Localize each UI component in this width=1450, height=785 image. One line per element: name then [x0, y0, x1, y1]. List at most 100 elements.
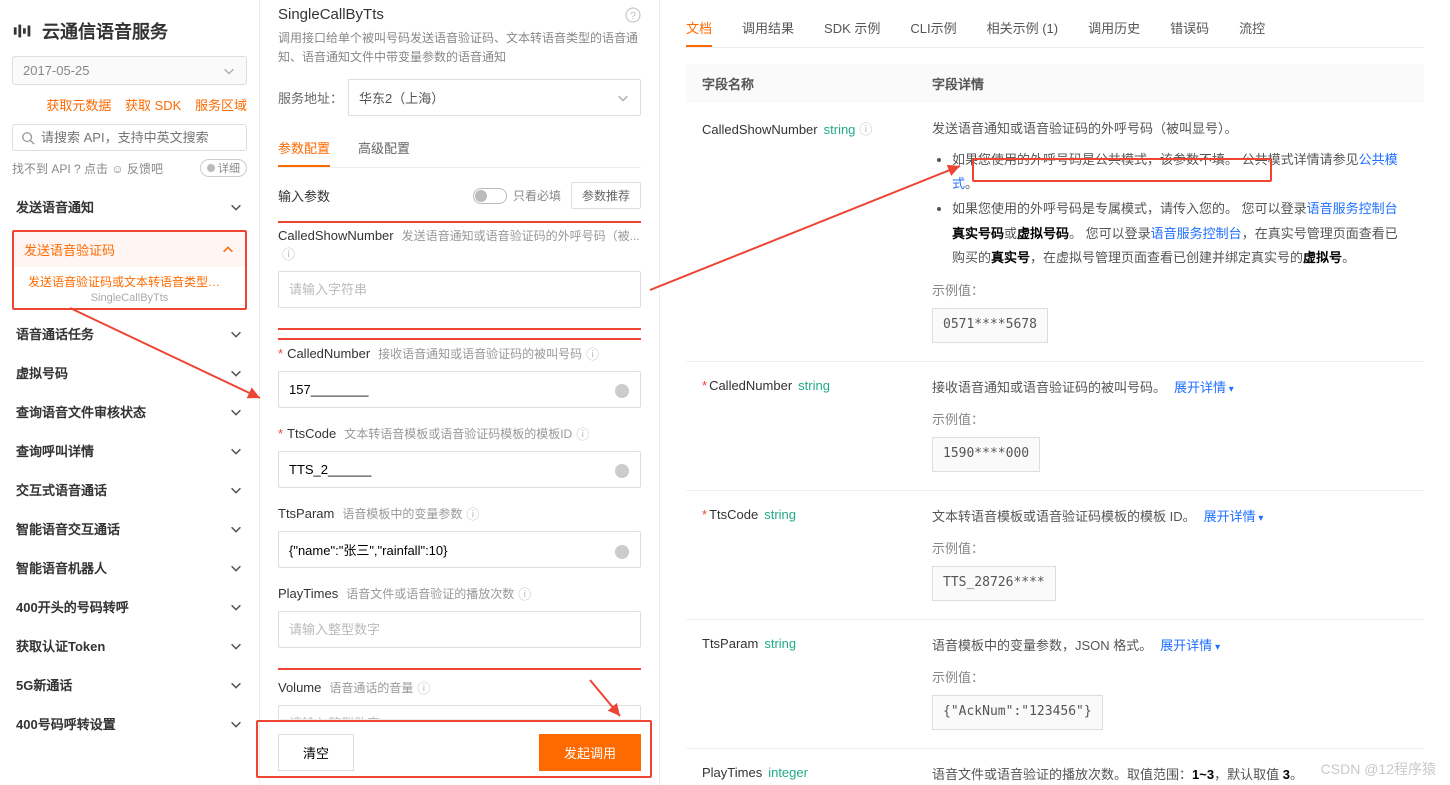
param-hint: 语音模板中的变量参数 — [342, 505, 462, 522]
question-icon[interactable]: ⓘ — [282, 244, 295, 263]
chevron-down-icon — [616, 91, 630, 105]
param-input-callednumber[interactable] — [278, 371, 641, 408]
doc-field-row: CalledShowNumberstringⓘ发送语音通知或语音验证码的外呼号码… — [686, 103, 1424, 362]
chevron-down-icon — [229, 717, 243, 731]
param-name: PlayTimes — [278, 586, 338, 601]
api-search-input[interactable] — [12, 124, 247, 151]
doc-field-row: TtsParamstring语音模板中的变量参数，JSON 格式。展开详情示例值… — [686, 620, 1424, 749]
question-icon[interactable]: ⓘ — [518, 584, 531, 603]
nav-item[interactable]: 获取认证Token — [12, 626, 247, 665]
nav-sub-api: SingleCallByTts — [14, 292, 245, 308]
nav-item[interactable]: 虚拟号码 — [12, 353, 247, 392]
doc-link[interactable]: 语音服务控制台 — [1151, 226, 1242, 241]
param-name: TtsParam — [278, 506, 334, 521]
doc-header: 字段名称 字段详情 — [686, 64, 1424, 103]
chevron-down-icon — [229, 561, 243, 575]
param-name: Volume — [278, 680, 321, 695]
example-value: 0571****5678 — [932, 308, 1048, 343]
param-name: CalledShowNumber — [278, 228, 394, 243]
submit-button[interactable]: 发起调用 — [539, 734, 641, 771]
nav-item[interactable]: 400开头的号码转呼 — [12, 587, 247, 626]
doc-tab[interactable]: 调用历史 — [1088, 10, 1140, 47]
chevron-down-icon — [229, 600, 243, 614]
toggle-label: 只看必填 — [513, 187, 561, 204]
param-name: TtsCode — [287, 426, 336, 441]
nav-item[interactable]: 查询呼叫详情 — [12, 431, 247, 470]
expand-link[interactable]: 展开详情 — [1174, 380, 1234, 395]
chevron-up-icon — [221, 243, 235, 257]
clear-icon[interactable] — [615, 464, 629, 478]
search-icon — [21, 131, 35, 145]
meta-links: 获取元数据 获取 SDK 服务区域 — [12, 95, 247, 114]
watermark: CSDN @12程序猿 — [1321, 759, 1436, 779]
question-icon[interactable]: ⓘ — [576, 424, 589, 443]
nav-item[interactable]: 语音通话任务 — [12, 314, 247, 353]
api-desc: 调用接口给单个被叫号码发送语音验证码、文本转语音类型的语音通知、语音通知文件中带… — [278, 29, 641, 67]
example-value: TTS_28726**** — [932, 566, 1056, 601]
param-input-volume[interactable] — [278, 705, 641, 719]
doc-tab[interactable]: 文档 — [686, 10, 712, 47]
doc-tab[interactable]: 错误码 — [1170, 10, 1209, 47]
svg-text:?: ? — [630, 11, 636, 22]
clear-icon[interactable] — [615, 384, 629, 398]
logo-icon — [12, 20, 34, 42]
doc-tab[interactable]: 调用结果 — [742, 10, 794, 47]
nav-sub-singlecall[interactable]: 发送语音验证码或文本转语音类型的语... — [14, 267, 245, 292]
recommend-button[interactable]: 参数推荐 — [571, 182, 641, 209]
app-title: 云通信语音服务 — [12, 18, 247, 44]
doc-link[interactable]: 公共模式 — [952, 152, 1398, 192]
param-input-ttscode[interactable] — [278, 451, 641, 488]
chevron-down-icon — [229, 366, 243, 380]
chevron-down-icon — [229, 639, 243, 653]
version-select[interactable]: 2017-05-25 — [12, 56, 247, 85]
nav-item[interactable]: 交互式语音通话 — [12, 470, 247, 509]
link-sdk[interactable]: 获取 SDK — [125, 98, 181, 113]
question-icon[interactable]: ⓘ — [586, 344, 599, 363]
help-icon[interactable]: ? — [625, 7, 641, 23]
api-title: SingleCallByTts — [278, 6, 384, 23]
doc-tab[interactable]: 相关示例 (1) — [987, 10, 1059, 47]
chevron-down-icon — [229, 200, 243, 214]
tab-param-config[interactable]: 参数配置 — [278, 130, 330, 167]
param-hint: 语音文件或语音验证的播放次数 — [346, 585, 514, 602]
question-icon[interactable]: ⓘ — [466, 504, 479, 523]
doc-field-row: PlayTimesinteger语音文件或语音验证的播放次数。取值范围：1~3，… — [686, 749, 1424, 785]
param-hint: 语音通话的音量 — [329, 679, 413, 696]
link-region[interactable]: 服务区域 — [195, 98, 247, 113]
service-region-select[interactable]: 华东2（上海） — [348, 79, 641, 116]
nav-item[interactable]: 400号码呼转设置 — [12, 704, 247, 743]
doc-link[interactable]: 语音服务控制台 — [1307, 201, 1398, 216]
example-value: {"AckNum":"123456"} — [932, 695, 1103, 730]
doc-field-row: *CalledNumberstring接收语音通知或语音验证码的被叫号码。展开详… — [686, 362, 1424, 491]
param-name: CalledNumber — [287, 346, 370, 361]
toggle-only-required[interactable] — [473, 188, 507, 204]
chevron-down-icon — [229, 522, 243, 536]
nav-voice-captcha[interactable]: 发送语音验证码 — [14, 232, 245, 267]
param-input-calledshownumber[interactable] — [278, 271, 641, 308]
param-input-ttsparam[interactable] — [278, 531, 641, 568]
doc-tab[interactable]: CLI示例 — [910, 10, 956, 47]
nav-item[interactable]: 智能语音机器人 — [12, 548, 247, 587]
doc-tab[interactable]: SDK 示例 — [824, 10, 880, 47]
clear-icon[interactable] — [615, 545, 629, 559]
nav-item[interactable]: 查询语音文件审核状态 — [12, 392, 247, 431]
chevron-down-icon — [229, 444, 243, 458]
detail-toggle[interactable]: 详细 — [200, 159, 247, 177]
param-hint: 文本转语音模板或语音验证码模板的模板ID — [344, 425, 572, 442]
chevron-down-icon — [229, 327, 243, 341]
nav-send-voice-notice[interactable]: 发送语音通知 — [12, 187, 247, 226]
expand-link[interactable]: 展开详情 — [1160, 638, 1220, 653]
nav-item[interactable]: 5G新通话 — [12, 665, 247, 704]
tab-advanced-config[interactable]: 高级配置 — [358, 130, 410, 167]
chevron-down-icon — [229, 405, 243, 419]
doc-tab[interactable]: 流控 — [1239, 10, 1265, 47]
question-icon[interactable]: ⓘ — [417, 678, 430, 697]
nav-item[interactable]: 智能语音交互通话 — [12, 509, 247, 548]
param-input-playtimes[interactable] — [278, 611, 641, 648]
link-metadata[interactable]: 获取元数据 — [46, 98, 111, 113]
chevron-down-icon — [229, 483, 243, 497]
input-params-label: 输入参数 — [278, 186, 330, 205]
param-hint: 发送语音通知或语音验证码的外呼号码（被... — [402, 227, 640, 244]
clear-button[interactable]: 清空 — [278, 734, 354, 771]
expand-link[interactable]: 展开详情 — [1204, 509, 1264, 524]
